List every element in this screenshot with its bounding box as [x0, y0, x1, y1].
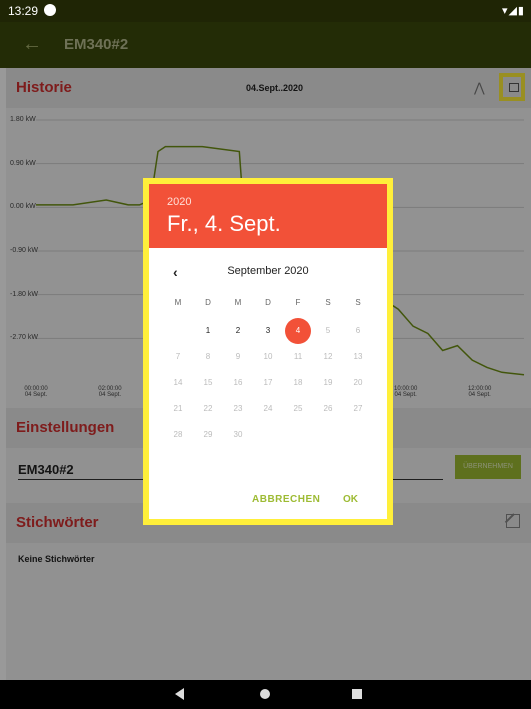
- calendar-day: 20: [353, 378, 363, 387]
- calendar-day: 6: [355, 326, 361, 335]
- calendar-days-grid: 1 2 3 4 5 6 7 8 9 10 11 12 13 14 15 16 17 18 19 20 21 22 23 24 2…: [163, 318, 373, 448]
- status-time: 13:29: [8, 4, 39, 18]
- calendar-day: 8: [205, 352, 211, 361]
- picker-actions: ABBRECHEN OK: [149, 494, 387, 514]
- calendar-day[interactable]: 1: [193, 318, 223, 344]
- status-bar: 13:29 ▾◢▮: [0, 0, 531, 22]
- weekday-label: D: [205, 298, 211, 307]
- calendar-day: 22: [203, 404, 213, 413]
- calendar-day: 23: [233, 404, 243, 413]
- calendar-day: 5: [325, 326, 331, 335]
- nav-back-icon[interactable]: [175, 688, 184, 700]
- calendar-day: 29: [203, 430, 213, 439]
- notification-app-icon: [44, 4, 56, 16]
- picker-month-title: September 2020: [227, 265, 309, 277]
- weekday-label: M: [234, 298, 242, 307]
- calendar-day: 27: [353, 404, 363, 413]
- ok-button[interactable]: OK: [343, 494, 358, 505]
- calendar-day: 12: [323, 352, 333, 361]
- calendar-day: 25: [293, 404, 303, 413]
- previous-month-icon[interactable]: ‹: [173, 264, 178, 280]
- cancel-button[interactable]: ABBRECHEN: [252, 494, 320, 505]
- calendar-day: 16: [233, 378, 243, 387]
- calendar-day: 30: [233, 430, 243, 439]
- calendar-day: 10: [263, 352, 273, 361]
- weekday-label: M: [174, 298, 182, 307]
- calendar-day: 13: [353, 352, 363, 361]
- calendar-day: 17: [263, 378, 273, 387]
- app-screen: 13:29 ▾◢▮ ← EM340#2 Historie 04.Sept..20…: [0, 0, 531, 709]
- calendar-day: 26: [323, 404, 333, 413]
- weekday-label: D: [265, 298, 271, 307]
- calendar-day: 14: [173, 378, 183, 387]
- calendar-day: 28: [173, 430, 183, 439]
- calendar-day[interactable]: 4: [283, 318, 313, 344]
- weekday-label: F: [295, 298, 301, 307]
- calendar-day: 18: [293, 378, 303, 387]
- date-picker-header: 2020 Fr., 4. Sept.: [149, 184, 387, 248]
- signal-battery-icons: ▾◢▮: [501, 5, 525, 17]
- picker-selected-date: Fr., 4. Sept.: [167, 211, 281, 236]
- calendar-day[interactable]: 3: [253, 318, 283, 344]
- weekday-header: MDMDFSS: [163, 298, 373, 312]
- calendar-day: 24: [263, 404, 273, 413]
- weekday-label: S: [355, 298, 361, 307]
- nav-recents-icon[interactable]: [352, 689, 362, 699]
- weekday-label: S: [325, 298, 331, 307]
- calendar-day: 11: [293, 352, 303, 361]
- calendar-day: 19: [323, 378, 333, 387]
- nav-home-icon[interactable]: [260, 689, 270, 699]
- calendar-day: 15: [203, 378, 213, 387]
- calendar-day: 7: [175, 352, 181, 361]
- calendar-day[interactable]: 2: [223, 318, 253, 344]
- system-nav-bar: [0, 680, 531, 709]
- picker-year[interactable]: 2020: [167, 196, 191, 208]
- calendar-day: 9: [235, 352, 241, 361]
- calendar-day: 21: [173, 404, 183, 413]
- date-picker-dialog: 2020 Fr., 4. Sept. September 2020 ‹ M D M D…: [149, 184, 387, 519]
